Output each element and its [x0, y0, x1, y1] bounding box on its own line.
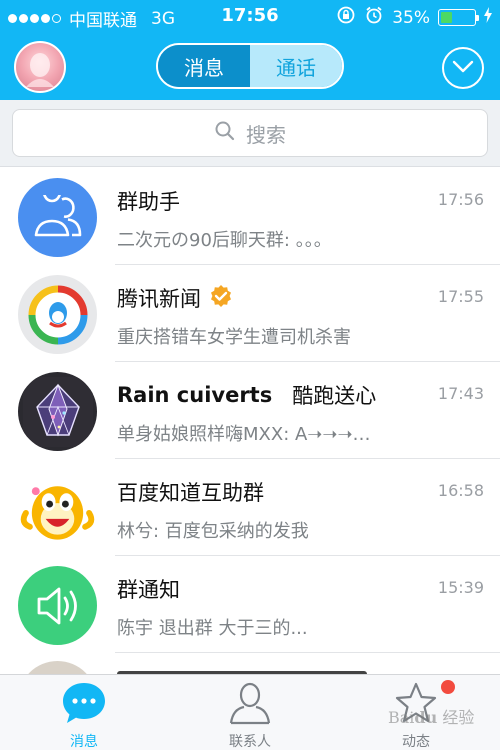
conversation-time: 17:55	[437, 287, 484, 306]
conversation-name: 腾讯新闻	[117, 283, 233, 313]
conversation-name: 群通知	[117, 578, 180, 602]
baidu-watermark-logo: Baidu 经验	[388, 708, 475, 727]
speaker-icon	[18, 566, 97, 645]
my-avatar[interactable]	[14, 41, 66, 93]
conversation-row[interactable]: 群助手 17:56 二次元の90后聊天群: 。。。	[0, 168, 500, 265]
battery-percent: 35%	[392, 7, 430, 28]
tab-messages[interactable]: 消息	[158, 45, 250, 87]
notification-badge	[441, 680, 455, 694]
conversation-name-extra: 酷跑送心	[292, 384, 377, 408]
conversation-time: 17:43	[437, 384, 484, 403]
conversation-row[interactable]: 百度知道互助群 16:58 林兮: 百度包采纳的发我	[0, 459, 500, 556]
tab-bar-messages-label: 消息	[70, 734, 98, 750]
charging-icon	[484, 7, 492, 28]
conversation-name: 群助手	[117, 190, 180, 214]
tab-bar-contacts-label: 联系人	[229, 734, 271, 750]
conversation-time: 17:56	[437, 190, 484, 209]
battery-icon	[438, 9, 479, 26]
conversation-row[interactable]: Rain cuiverts 酷跑送心 17:43 单身姑娘照样嗨MXX: A➝➝➝…	[0, 362, 500, 459]
search-placeholder: 搜索	[246, 122, 286, 147]
tencent-news-logo	[18, 275, 97, 354]
group-helper-icon	[18, 178, 97, 257]
tab-bar-contacts[interactable]: 联系人	[195, 681, 305, 750]
conversation-time: 15:39	[437, 578, 484, 597]
conversation-preview: 重庆搭错车女学生遭司机杀害	[117, 327, 351, 348]
alarm-icon	[364, 5, 384, 30]
conversation-time: 16:58	[437, 481, 484, 500]
conversation-list: 群助手 17:56 二次元の90后聊天群: 。。。 腾讯新闻 17:55 重庆搭…	[0, 168, 500, 674]
tab-bar-messages[interactable]: 消息	[29, 681, 139, 750]
person-icon	[227, 682, 273, 729]
search-input[interactable]: 搜索	[12, 109, 488, 157]
message-call-switch: 消息 通话	[156, 43, 344, 89]
verified-badge-icon	[209, 284, 233, 313]
header-bar: 消息 通话	[0, 33, 500, 100]
partial-avatar	[18, 661, 97, 674]
status-right: 35%	[336, 5, 492, 30]
conversation-name: Rain cuiverts 酷跑送心	[117, 380, 376, 410]
search-area: 搜索	[0, 100, 500, 167]
conversation-row[interactable]: 腾讯新闻 17:55 重庆搭错车女学生遭司机杀害	[0, 265, 500, 362]
chevron-down-icon	[452, 59, 474, 78]
conversation-preview: 林兮: 百度包采纳的发我	[117, 521, 309, 542]
conversation-row[interactable]: 群通知 15:39 陈宇 退出群 大于三的...	[0, 556, 500, 653]
conversation-preview: 二次元の90后聊天群: 。。。	[117, 230, 332, 251]
qq-penguin-avatar	[18, 469, 97, 548]
diamond-avatar	[18, 372, 97, 451]
chat-bubble-icon	[61, 683, 107, 729]
conversation-preview: 单身姑娘照样嗨MXX: A➝➝➝…	[117, 424, 371, 445]
tab-bar-feed-label: 动态	[402, 734, 430, 750]
more-dropdown-button[interactable]	[442, 47, 484, 89]
search-icon	[214, 120, 236, 147]
tab-calls[interactable]: 通话	[250, 45, 342, 87]
conversation-row-partial[interactable]	[0, 653, 500, 674]
conversation-name: 百度知道互助群	[117, 481, 264, 505]
rotation-lock-icon	[336, 5, 356, 30]
conversation-preview: 陈宇 退出群 大于三的...	[117, 618, 308, 639]
status-bar: 中国联通 3G 17:56 35%	[0, 0, 500, 33]
